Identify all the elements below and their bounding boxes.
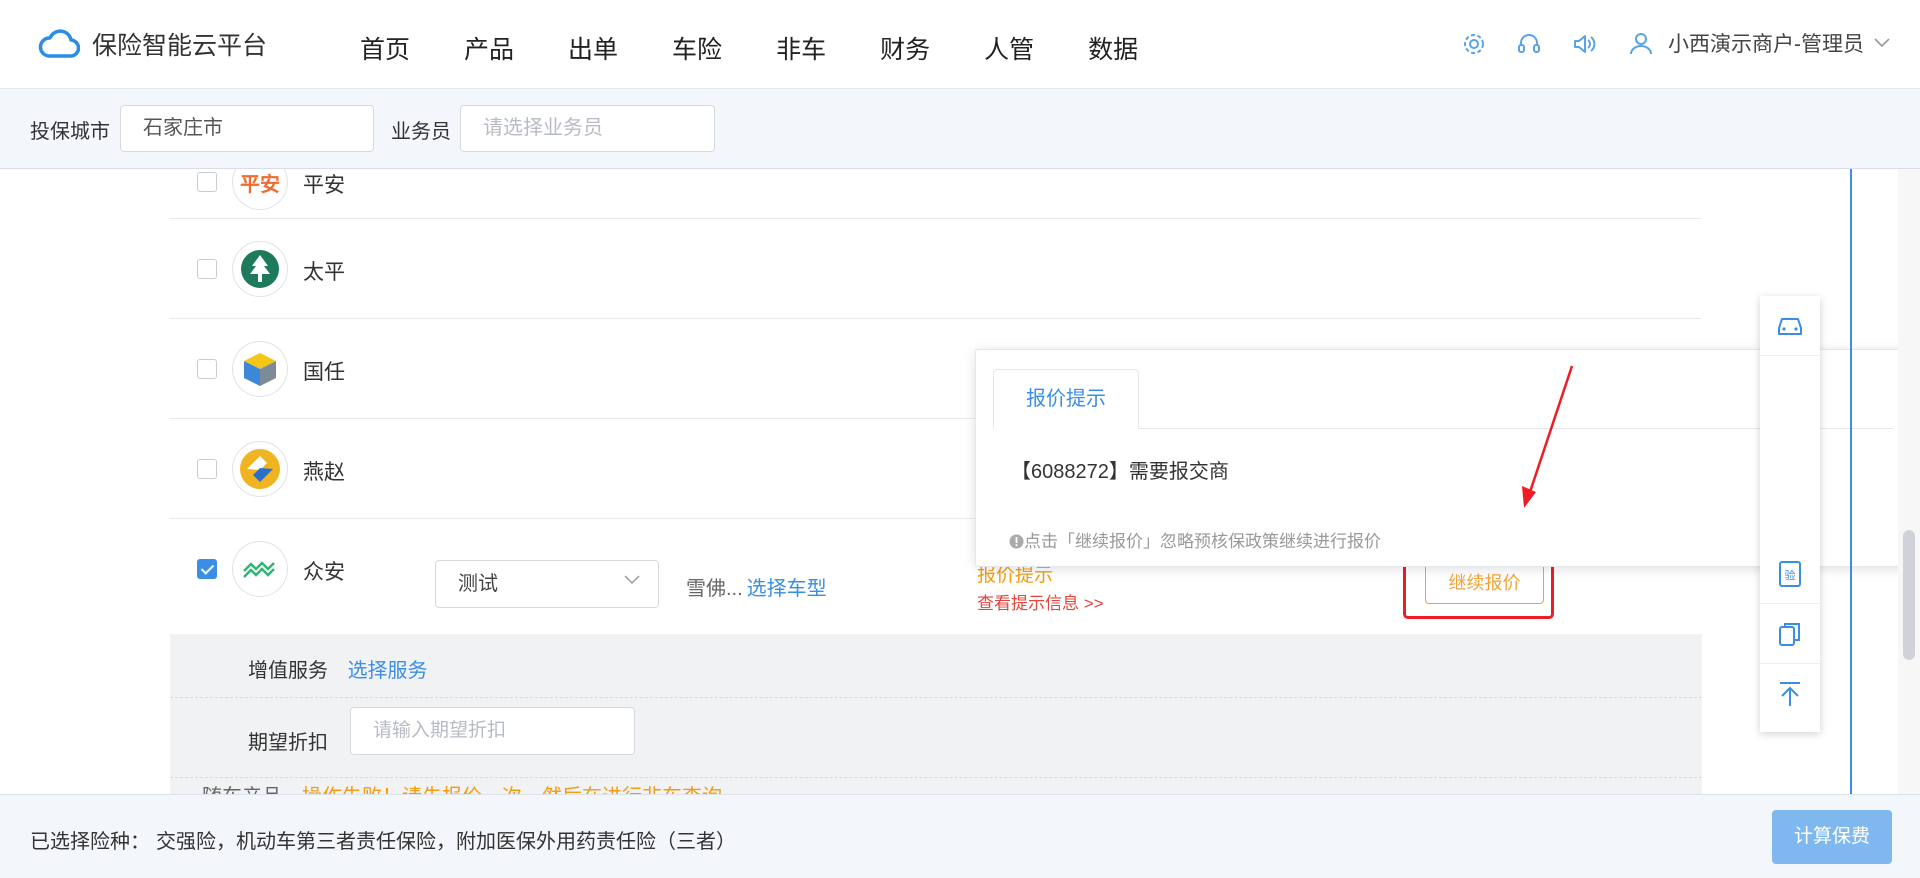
verify-icon[interactable]: 验 [1760, 544, 1820, 604]
vehicle-info: 雪佛... 选择车型 [686, 572, 827, 601]
nav-products[interactable]: 产品 [464, 30, 514, 66]
insurer-name: 太平 [303, 261, 345, 284]
zhongan-logo [232, 541, 288, 597]
cloud-logo-icon [38, 29, 80, 58]
logo[interactable]: 保险智能云平台 [38, 26, 267, 62]
nav-personnel[interactable]: 人管 [984, 30, 1034, 66]
continue-quote-button[interactable]: 继续报价 [1425, 563, 1544, 604]
select-vehicle-link[interactable]: 选择车型 [747, 578, 827, 600]
user-name: 小西演示商户-管理员 [1668, 33, 1864, 56]
view-tip-link[interactable]: 查看提示信息 >> [977, 589, 1104, 614]
user-icon [1630, 33, 1652, 55]
user-menu[interactable]: 小西演示商户-管理员 [1628, 28, 1890, 58]
insurer-checkbox[interactable] [197, 359, 217, 379]
selected-coverages: 已选择险种： 交强险，机动车第三者责任保险，附加医保外用药责任险（三者） [30, 825, 736, 854]
insurer-checkbox[interactable] [197, 172, 217, 192]
insurer-checkbox-checked[interactable] [197, 559, 217, 579]
insurer-name: 燕赵 [303, 461, 345, 484]
brand-name: 保险智能云平台 [92, 32, 268, 60]
bottom-summary-bar: 已选择险种： 交强险，机动车第三者责任保险，附加医保外用药责任险（三者） 计算保费 [0, 794, 1920, 878]
insurer-checkbox[interactable] [197, 459, 217, 479]
value-added-service-row: 增值服务 选择服务 [170, 634, 1702, 698]
top-nav-bar: 保险智能云平台 首页 产品 出单 车险 非车 财务 人管 数据 小西演示商户-管… [0, 0, 1920, 89]
plan-select-value: 测试 [458, 573, 498, 595]
tab-quote-tip[interactable]: 报价提示 [993, 369, 1139, 429]
scrollbar-thumb[interactable] [1903, 530, 1915, 660]
city-label: 投保城市 [30, 121, 110, 143]
nav-issue[interactable]: 出单 [568, 30, 618, 66]
header-tools [1458, 28, 1623, 60]
main-nav: 首页 产品 出单 车险 非车 财务 人管 数据 [360, 30, 1138, 66]
selected-coverages-label: 已选择险种： [30, 831, 150, 853]
insurer-row: 平安 平安 [169, 169, 1701, 219]
nav-finance[interactable]: 财务 [880, 30, 930, 66]
scrollbar-track[interactable] [1898, 169, 1920, 794]
chevron-down-icon [1874, 38, 1890, 48]
car-icon[interactable] [1760, 296, 1820, 356]
nav-auto-insurance[interactable]: 车险 [672, 30, 722, 66]
calculate-premium-button[interactable]: 计算保费 [1772, 810, 1892, 864]
info-icon [1009, 534, 1024, 549]
service-label: 增值服务 [248, 660, 328, 682]
yanzhao-logo [232, 441, 288, 497]
discount-input[interactable]: 请输入期望折扣 [350, 707, 635, 755]
select-service-link[interactable]: 选择服务 [348, 660, 428, 682]
insurer-checkbox[interactable] [197, 259, 217, 279]
guoren-logo [232, 341, 288, 397]
nav-data[interactable]: 数据 [1088, 30, 1138, 66]
popover-hint: 点击「继续报价」忽略预核保政策继续进行报价 [1009, 527, 1381, 552]
headset-icon[interactable] [1513, 28, 1545, 60]
selected-coverages-value: 交强险，机动车第三者责任保险，附加医保外用药责任险（三者） [156, 831, 736, 853]
salesman-select[interactable]: 请选择业务员 [460, 105, 715, 152]
chevron-down-icon [624, 575, 640, 585]
taiping-logo [232, 241, 288, 297]
speaker-icon[interactable] [1568, 28, 1600, 60]
floating-toolbar: 验 [1760, 296, 1820, 732]
pingan-logo: 平安 [232, 169, 288, 210]
svg-text:验: 验 [1785, 568, 1796, 582]
filter-bar: 投保城市 石家庄市 业务员 请选择业务员 [0, 89, 1920, 169]
insurer-row: 太平 [169, 219, 1701, 319]
city-input[interactable]: 石家庄市 [120, 105, 374, 152]
insurer-name: 众安 [303, 561, 345, 584]
copy-icon[interactable] [1760, 604, 1820, 664]
insurer-name: 平安 [303, 174, 345, 197]
settings-icon[interactable] [1458, 28, 1490, 60]
insurer-name: 国任 [303, 361, 345, 384]
plan-select[interactable]: 测试 [435, 560, 659, 608]
back-to-top-icon[interactable] [1760, 664, 1820, 724]
salesman-label: 业务员 [391, 121, 451, 143]
popover-message: 【6088272】需要报交商 [1011, 461, 1229, 483]
nav-non-auto[interactable]: 非车 [776, 30, 826, 66]
side-divider [1850, 169, 1852, 794]
vehicle-model-text: 雪佛... [686, 578, 743, 600]
discount-label: 期望折扣 [248, 732, 328, 754]
nav-home[interactable]: 首页 [360, 30, 410, 66]
